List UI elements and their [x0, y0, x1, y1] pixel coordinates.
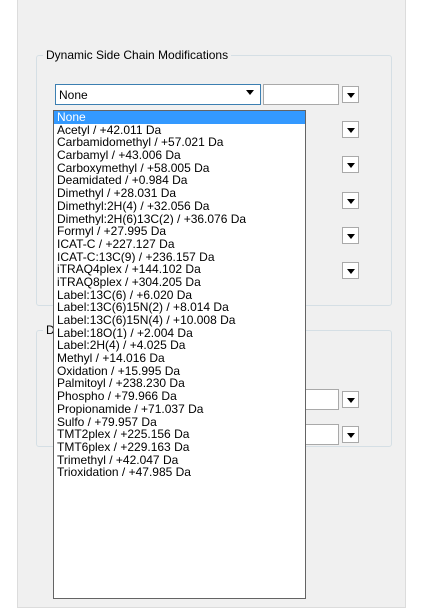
dropdown-option[interactable]: Label:13C(6)15N(2) / +8.014 Da	[54, 301, 305, 314]
dropdown-option[interactable]: TMT6plex / +229.163 Da	[54, 441, 305, 454]
dropdown-option[interactable]: Sulfo / +79.957 Da	[54, 416, 305, 429]
chevron-down-icon	[347, 269, 355, 274]
residue-dropdown-button[interactable]	[342, 426, 359, 443]
residue-dropdown-button[interactable]	[342, 86, 359, 103]
dropdown-option[interactable]: iTRAQ4plex / +144.102 Da	[54, 263, 305, 276]
chevron-down-icon	[347, 433, 355, 438]
dropdown-option[interactable]: Deamidated / +0.984 Da	[54, 174, 305, 187]
modification-dropdown-list: None Acetyl / +42.011 Da Carbamidomethyl /…	[53, 110, 306, 599]
dropdown-option[interactable]: None	[54, 111, 305, 124]
residue-dropdown-button[interactable]	[342, 156, 359, 173]
dropdown-option[interactable]: Dimethyl / +28.031 Da	[54, 187, 305, 200]
dropdown-option[interactable]: Dimethyl:2H(4) / +32.056 Da	[54, 200, 305, 213]
dropdown-option[interactable]: Formyl / +27.995 Da	[54, 225, 305, 238]
dropdown-option[interactable]: Label:13C(6) / +6.020 Da	[54, 289, 305, 302]
chevron-down-icon	[347, 398, 355, 403]
dropdown-option[interactable]: Dimethyl:2H(6)13C(2) / +36.076 Da	[54, 213, 305, 226]
residue-dropdown-button[interactable]	[342, 391, 359, 408]
chevron-down-icon	[347, 199, 355, 204]
dropdown-option[interactable]: Propionamide / +71.037 Da	[54, 403, 305, 416]
dropdown-option[interactable]: Palmitoyl / +238.230 Da	[54, 377, 305, 390]
residue-dropdown-button[interactable]	[342, 192, 359, 209]
dropdown-option[interactable]: Phospho / +79.966 Da	[54, 390, 305, 403]
dropdown-option[interactable]: Methyl / +14.016 Da	[54, 352, 305, 365]
dropdown-option[interactable]: Carbamidomethyl / +57.021 Da	[54, 136, 305, 149]
dropdown-option[interactable]: ICAT-C / +227.127 Da	[54, 238, 305, 251]
dropdown-option[interactable]: Label:2H(4) / +4.025 Da	[54, 339, 305, 352]
dropdown-option[interactable]: Label:13C(6)15N(4) / +10.008 Da	[54, 314, 305, 327]
chevron-down-icon	[246, 90, 254, 95]
dropdown-option[interactable]: Acetyl / +42.011 Da	[54, 124, 305, 137]
chevron-down-icon	[347, 93, 355, 98]
dropdown-option[interactable]: Oxidation / +15.995 Da	[54, 365, 305, 378]
modification-select[interactable]: None	[55, 84, 261, 105]
residue-dropdown-button[interactable]	[342, 262, 359, 279]
dropdown-option[interactable]: TMT2plex / +225.156 Da	[54, 428, 305, 441]
dropdown-option[interactable]: iTRAQ8plex / +304.205 Da	[54, 276, 305, 289]
dropdown-option[interactable]: Carbamyl / +43.006 Da	[54, 149, 305, 162]
group-title: Dynamic Side Chain Modifications	[43, 48, 232, 62]
dropdown-option[interactable]: Trimethyl / +42.047 Da	[54, 454, 305, 467]
dropdown-option[interactable]: Label:18O(1) / +2.004 Da	[54, 327, 305, 340]
dropdown-option[interactable]: ICAT-C:13C(9) / +236.157 Da	[54, 251, 305, 264]
dropdown-option[interactable]: Carboxymethyl / +58.005 Da	[54, 162, 305, 175]
chevron-down-icon	[347, 128, 355, 133]
chevron-down-icon	[347, 163, 355, 168]
residue-dropdown-button[interactable]	[342, 227, 359, 244]
dropdown-option[interactable]: Trioxidation / +47.985 Da	[54, 466, 305, 479]
chevron-down-icon	[347, 234, 355, 239]
modification-select-value: None	[59, 88, 88, 102]
residue-dropdown-button[interactable]	[342, 121, 359, 138]
residue-input[interactable]	[263, 84, 339, 105]
